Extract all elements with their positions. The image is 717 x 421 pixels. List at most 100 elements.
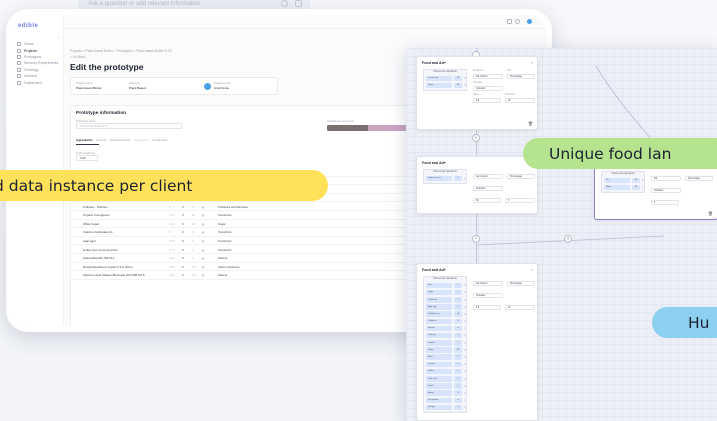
- ingredient-qty[interactable]: 2: [454, 383, 462, 389]
- value-input[interactable]: 30: [473, 198, 501, 203]
- remove-icon[interactable]: ×: [464, 377, 466, 381]
- close-icon[interactable]: ×: [531, 60, 533, 65]
- cell-fn[interactable]: Texturizers: [218, 230, 232, 234]
- operator-select[interactable]: Constant: [651, 188, 681, 193]
- value-input[interactable]: 6.5: [473, 98, 501, 103]
- parameter-select[interactable]: Fat content: [473, 281, 503, 286]
- cell-q1[interactable]: 0.10: [169, 248, 174, 252]
- ingredient-qty[interactable]: 0: [454, 376, 462, 382]
- cell-q2[interactable]: 0: [182, 205, 184, 209]
- ingredient-chip[interactable]: Agar agar: [426, 304, 452, 310]
- cell-q3[interactable]: 1: [192, 248, 194, 252]
- ingredient-chip[interactable]: Coconut oil: [426, 75, 452, 82]
- breadcrumb[interactable]: Projects > Plant-based Butter > Prototyp…: [70, 49, 172, 53]
- tab-measurements[interactable]: Measurements: [110, 138, 130, 142]
- notifications-icon[interactable]: [507, 19, 512, 24]
- tab-ingredients[interactable]: Ingredients: [76, 138, 93, 142]
- ingredient-qty[interactable]: 5: [454, 397, 462, 404]
- flow-node-1[interactable]: Food and Ad+ × Choose the ingredients Co…: [416, 56, 538, 130]
- cell-fn[interactable]: Probiotics and Microbes: [218, 205, 248, 209]
- cell-q3[interactable]: 0.2: [192, 265, 196, 269]
- ingredient-qty[interactable]: 0: [454, 404, 462, 411]
- cell-fn[interactable]: Flavor enhancers: [218, 265, 240, 269]
- tolerance-input[interactable]: 10: [505, 305, 535, 310]
- operator-select[interactable]: Constant: [473, 86, 503, 91]
- cell-q4[interactable]: g: [202, 205, 204, 209]
- cell-fn[interactable]: Texturizers: [218, 239, 232, 243]
- cell-q4[interactable]: g: [202, 256, 204, 260]
- value-input[interactable]: 8.5: [473, 305, 501, 310]
- remove-icon[interactable]: ×: [464, 369, 466, 373]
- ingredient-chip[interactable]: Salt: [426, 282, 452, 289]
- flow-node-3[interactable]: Food and Ad+ × Choose the ingredients Sa…: [416, 263, 538, 421]
- cell-q2[interactable]: 0: [182, 273, 184, 277]
- cell-q3[interactable]: 2: [192, 256, 194, 260]
- ingredient-chip[interactable]: Citric acid: [426, 376, 452, 382]
- remove-icon[interactable]: ×: [464, 83, 466, 87]
- remove-icon[interactable]: ×: [464, 362, 466, 366]
- ingredient-chip[interactable]: Flavour: [426, 325, 452, 332]
- ingredient-qty[interactable]: 2: [454, 296, 462, 303]
- cell-q2[interactable]: 0: [182, 256, 184, 260]
- remove-icon[interactable]: ×: [464, 341, 466, 345]
- cell-q1[interactable]: 2.00: [169, 213, 174, 217]
- ingredient-chip[interactable]: Coloring: [426, 332, 452, 339]
- cell-q1[interactable]: 0: [169, 230, 171, 234]
- cell-q2[interactable]: 0: [182, 213, 184, 217]
- ingredient-segment[interactable]: [327, 125, 368, 131]
- cell-q1[interactable]: 0.50: [169, 239, 174, 243]
- ingredient-qty[interactable]: 1: [454, 289, 462, 296]
- remove-icon[interactable]: ×: [464, 384, 466, 388]
- cell-q4[interactable]: g: [202, 230, 204, 234]
- ingredient-qty[interactable]: 2: [454, 354, 462, 361]
- ingredient-chip[interactable]: Fiber: [426, 354, 452, 361]
- cell-q1[interactable]: 0: [169, 205, 171, 209]
- unit-select[interactable]: Percentage: [507, 281, 535, 286]
- close-icon[interactable]: ×: [531, 267, 533, 272]
- operator-select[interactable]: Constant: [473, 186, 503, 191]
- ingredient-chip[interactable]: Calcium: [426, 361, 452, 368]
- total-weight-input[interactable]: 1000: [76, 155, 98, 161]
- ingredient-qty[interactable]: 0: [454, 332, 462, 339]
- remove-icon[interactable]: ×: [464, 391, 466, 395]
- go-back-link[interactable]: < Go Back: [70, 55, 86, 59]
- ingredient-chip[interactable]: Water: [426, 82, 452, 89]
- remove-icon[interactable]: ×: [464, 319, 466, 323]
- parameter-select[interactable]: Gel content: [473, 174, 503, 179]
- cell-q2[interactable]: 0: [182, 265, 184, 269]
- tolerance-input[interactable]: 5: [505, 198, 535, 203]
- ingredient-chip[interactable]: Oil: [604, 177, 630, 184]
- ingredient-chip[interactable]: Vinegar: [426, 404, 452, 411]
- ingredient-qty[interactable]: 1: [454, 304, 462, 310]
- ingredient-qty[interactable]: 1: [454, 282, 462, 289]
- cell-q2[interactable]: 0: [182, 222, 184, 226]
- remove-icon[interactable]: ×: [464, 76, 466, 80]
- ingredient-chip[interactable]: Water: [604, 184, 630, 191]
- cell-q3[interactable]: 5: [192, 239, 194, 243]
- remove-icon[interactable]: ×: [642, 178, 644, 182]
- remove-icon[interactable]: ×: [464, 283, 466, 287]
- cell-q3[interactable]: 10: [192, 222, 195, 226]
- ingredient-qty[interactable]: 0: [454, 318, 462, 325]
- cell-q4[interactable]: g: [202, 273, 204, 277]
- ingredient-chip[interactable]: Probiotics: [426, 318, 452, 325]
- remove-icon[interactable]: ×: [464, 405, 466, 409]
- cell-q1[interactable]: 1.00: [169, 222, 174, 226]
- cell-q4[interactable]: g: [202, 222, 204, 226]
- ingredient-segment[interactable]: [367, 125, 409, 131]
- ingredient-qty[interactable]: 0: [454, 325, 462, 332]
- remove-icon[interactable]: ×: [464, 176, 466, 180]
- cell-q3[interactable]: 0: [192, 205, 194, 209]
- ingredient-qty[interactable]: 40: [454, 82, 462, 89]
- cell-fn[interactable]: Texturizers: [218, 248, 232, 252]
- value-input[interactable]: 5: [651, 200, 679, 205]
- remove-icon[interactable]: ×: [464, 355, 466, 359]
- sidebar-item-dashboard[interactable]: Dashboard: [16, 79, 59, 85]
- ingredient-qty[interactable]: 0: [454, 361, 462, 368]
- cell-q3[interactable]: 0: [192, 230, 194, 234]
- avatar[interactable]: [527, 19, 532, 24]
- help-icon[interactable]: [515, 19, 520, 24]
- remove-icon[interactable]: ×: [464, 298, 466, 302]
- cell-q4[interactable]: g: [202, 265, 204, 269]
- cell-fn[interactable]: Texturizers: [218, 213, 232, 217]
